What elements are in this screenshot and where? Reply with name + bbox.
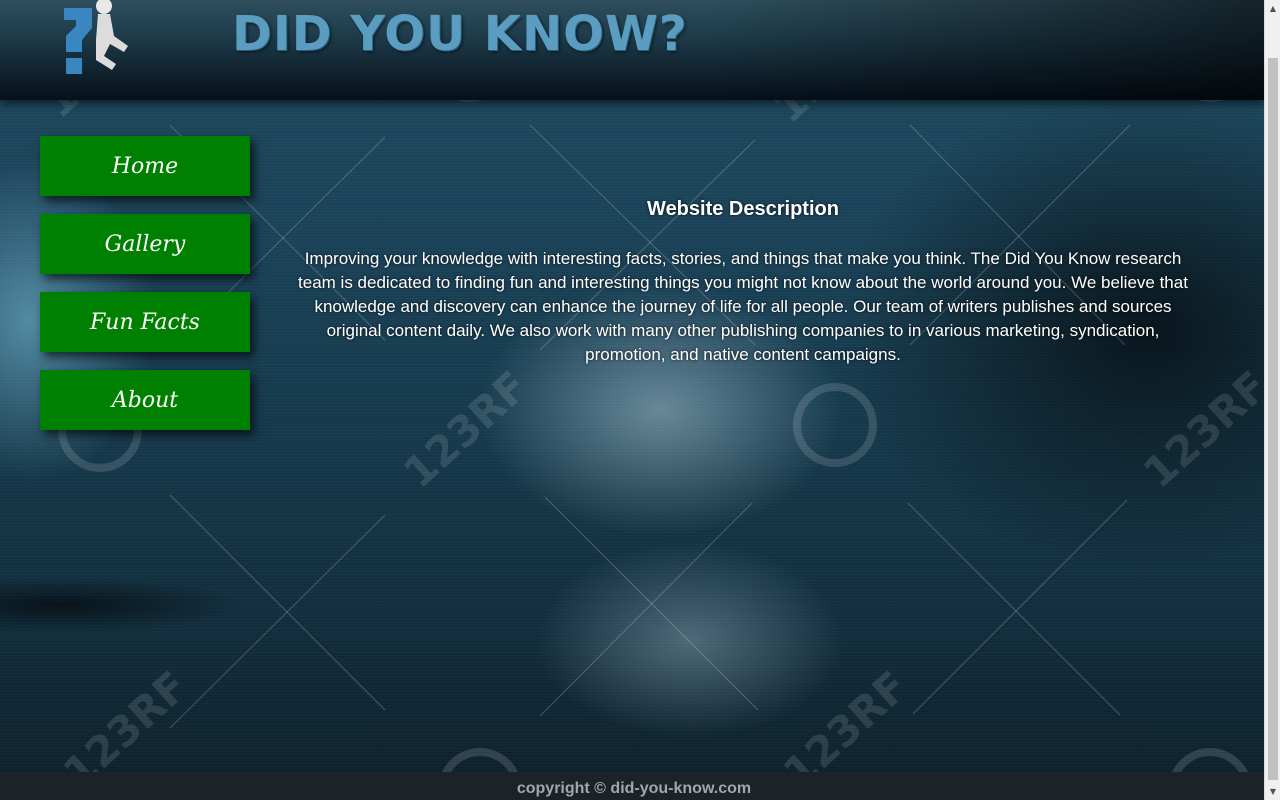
nav-home-button[interactable]: Home: [40, 136, 250, 196]
site-title: DID YOU KNOW?: [232, 6, 688, 62]
nav-about-button[interactable]: About: [40, 370, 250, 430]
section-title: Website Description: [647, 198, 839, 220]
vertical-scrollbar[interactable]: ▲ ▼: [1264, 0, 1280, 800]
copyright-text: copyright © did-you-know.com: [516, 780, 752, 797]
website-description: Improving your knowledge with interestin…: [298, 249, 1188, 364]
site-header: DID YOU KNOW?: [0, 0, 1264, 100]
scroll-down-arrow-icon[interactable]: ▼: [1265, 783, 1280, 800]
scroll-thumb[interactable]: [1268, 58, 1278, 780]
main-nav: Home Gallery Fun Facts About: [40, 136, 250, 448]
question-mark-figure-icon[interactable]: [52, 0, 142, 80]
main-content: Website Description Improving your knowl…: [290, 198, 1196, 367]
header-shade: [704, 0, 1264, 100]
nav-gallery-button[interactable]: Gallery: [40, 214, 250, 274]
nav-fun-facts-button[interactable]: Fun Facts: [40, 292, 250, 352]
background-shadow: [0, 540, 300, 680]
site-footer: copyright © did-you-know.com: [0, 772, 1264, 800]
scroll-up-arrow-icon[interactable]: ▲: [1265, 0, 1280, 17]
